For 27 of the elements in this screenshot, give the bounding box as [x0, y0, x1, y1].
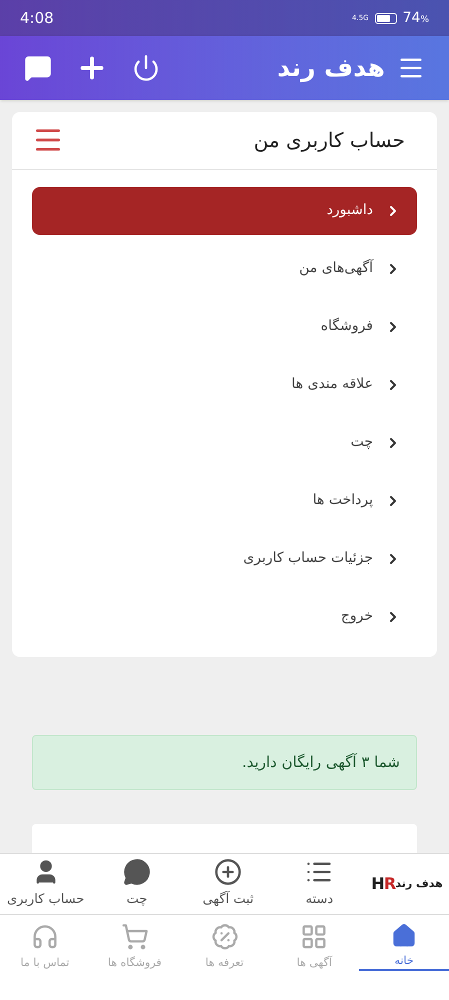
menu-item[interactable]: آگهی‌های من — [32, 244, 417, 293]
menu-item[interactable]: خروج — [32, 592, 417, 641]
percent-badge-icon — [210, 923, 239, 950]
toolbar-button[interactable]: ثبت آگهی — [182, 858, 274, 910]
toolbar-button[interactable]: دسته — [274, 858, 365, 910]
info-alert: شما ۳ آگهی رایگان دارید. — [32, 734, 417, 790]
headset-icon — [30, 923, 59, 950]
power-icon[interactable] — [132, 54, 160, 82]
toolbar-button[interactable]: چت — [91, 858, 182, 910]
battery-icon — [374, 12, 397, 24]
grid-icon — [300, 923, 328, 950]
nav-tab[interactable]: خانه — [359, 923, 449, 971]
menu-item[interactable]: جزئیات حساب کاربری — [32, 534, 417, 583]
chat-icon — [122, 858, 151, 886]
menu-item[interactable]: علاقه مندی ها — [32, 360, 417, 409]
app-title: هدف رند — [277, 52, 385, 84]
menu-item[interactable]: داشبورد — [32, 186, 417, 235]
card-title: حساب کاربری من — [254, 127, 405, 154]
status-time: 4:08 — [20, 8, 54, 29]
chat-icon[interactable] — [24, 54, 52, 82]
toolbar-button[interactable]: حساب کاربری — [0, 858, 92, 910]
menu-item[interactable]: پرداخت ها — [32, 476, 417, 525]
menu-item[interactable]: فروشگاه — [32, 302, 417, 351]
menu-item[interactable]: چت — [32, 418, 417, 467]
plus-circle-icon — [214, 858, 242, 886]
battery-percent: 74% — [402, 8, 429, 28]
cart-icon — [120, 923, 149, 950]
